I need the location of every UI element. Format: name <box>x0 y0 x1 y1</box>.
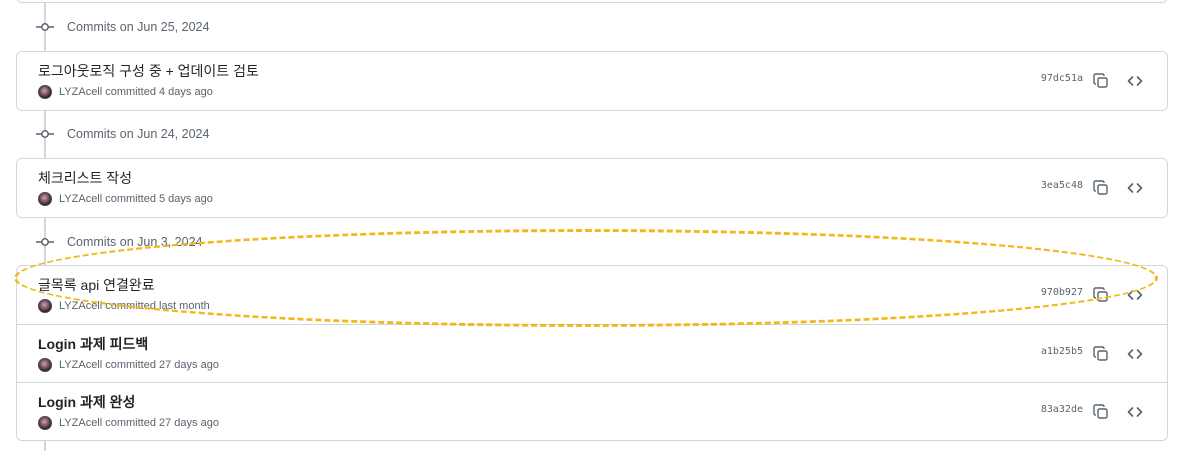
copy-icon[interactable] <box>1091 402 1111 422</box>
commit-meta: LYZAcell committed 27 days ago <box>38 416 219 430</box>
commit-group-header: Commits on Jun 25, 2024 <box>36 17 209 37</box>
commit-message[interactable]: Login 과제 완성 <box>38 392 135 412</box>
commit-row: 체크리스트 작성 LYZAcell committed 5 days ago 3… <box>17 159 1167 217</box>
commit-row: Login 과제 완성 LYZAcell committed 27 days a… <box>17 382 1167 440</box>
commit-group-date: Commits on Jun 24, 2024 <box>67 127 210 141</box>
commit-message[interactable]: 로그아웃로직 구성 중 + 업데이트 검토 <box>38 61 259 81</box>
commit-author[interactable]: LYZAcell <box>59 417 102 429</box>
copy-icon[interactable] <box>1091 71 1111 91</box>
commit-sha[interactable]: 83a32de <box>1041 404 1083 415</box>
code-icon[interactable] <box>1125 71 1145 91</box>
commit-time: committed 4 days ago <box>105 86 213 98</box>
copy-icon[interactable] <box>1091 178 1111 198</box>
git-commit-icon <box>36 125 54 143</box>
code-icon[interactable] <box>1125 402 1145 422</box>
commit-meta: LYZAcell committed 5 days ago <box>38 192 213 206</box>
commit-group-date: Commits on Jun 3, 2024 <box>67 235 203 249</box>
commit-sha[interactable]: 970b927 <box>1041 287 1083 298</box>
commit-row: 로그아웃로직 구성 중 + 업데이트 검토 LYZAcell committed… <box>17 52 1167 110</box>
code-icon[interactable] <box>1125 344 1145 364</box>
commit-sha[interactable]: 97dc51a <box>1041 73 1083 84</box>
previous-commit-card <box>16 0 1168 3</box>
commit-author[interactable]: LYZAcell <box>59 86 102 98</box>
commit-time: committed last month <box>105 300 210 312</box>
git-commit-icon <box>36 233 54 251</box>
commit-sha[interactable]: a1b25b5 <box>1041 346 1083 357</box>
git-commit-icon <box>36 18 54 36</box>
commit-group-date: Commits on Jun 25, 2024 <box>67 20 210 34</box>
avatar[interactable] <box>38 299 52 313</box>
commit-message[interactable]: Login 과제 피드백 <box>38 334 148 354</box>
commit-time: committed 5 days ago <box>105 193 213 205</box>
commit-message[interactable]: 글목록 api 연결완료 <box>38 275 155 295</box>
avatar[interactable] <box>38 358 52 372</box>
commit-author[interactable]: LYZAcell <box>59 300 102 312</box>
commit-message[interactable]: 체크리스트 작성 <box>38 168 132 188</box>
commit-time: committed 27 days ago <box>105 359 219 371</box>
commit-list: 로그아웃로직 구성 중 + 업데이트 검토 LYZAcell committed… <box>16 51 1168 111</box>
avatar[interactable] <box>38 192 52 206</box>
avatar[interactable] <box>38 85 52 99</box>
avatar[interactable] <box>38 416 52 430</box>
commit-list: 글목록 api 연결완료 LYZAcell committed last mon… <box>16 265 1168 441</box>
copy-icon[interactable] <box>1091 285 1111 305</box>
code-icon[interactable] <box>1125 285 1145 305</box>
commit-list: 체크리스트 작성 LYZAcell committed 5 days ago 3… <box>16 158 1168 218</box>
commit-history: Commits on Jun 25, 2024 로그아웃로직 구성 중 + 업데… <box>0 0 1180 451</box>
commit-meta: LYZAcell committed 4 days ago <box>38 85 213 99</box>
code-icon[interactable] <box>1125 178 1145 198</box>
commit-meta: LYZAcell committed 27 days ago <box>38 358 219 372</box>
commit-author[interactable]: LYZAcell <box>59 193 102 205</box>
commit-row: 글목록 api 연결완료 LYZAcell committed last mon… <box>17 266 1167 324</box>
commit-time: committed 27 days ago <box>105 417 219 429</box>
commit-author[interactable]: LYZAcell <box>59 359 102 371</box>
commit-meta: LYZAcell committed last month <box>38 299 210 313</box>
commit-group-header: Commits on Jun 24, 2024 <box>36 124 209 144</box>
commit-group-header: Commits on Jun 3, 2024 <box>36 232 203 252</box>
commit-row: Login 과제 피드백 LYZAcell committed 27 days … <box>17 324 1167 382</box>
commit-sha[interactable]: 3ea5c48 <box>1041 180 1083 191</box>
copy-icon[interactable] <box>1091 344 1111 364</box>
